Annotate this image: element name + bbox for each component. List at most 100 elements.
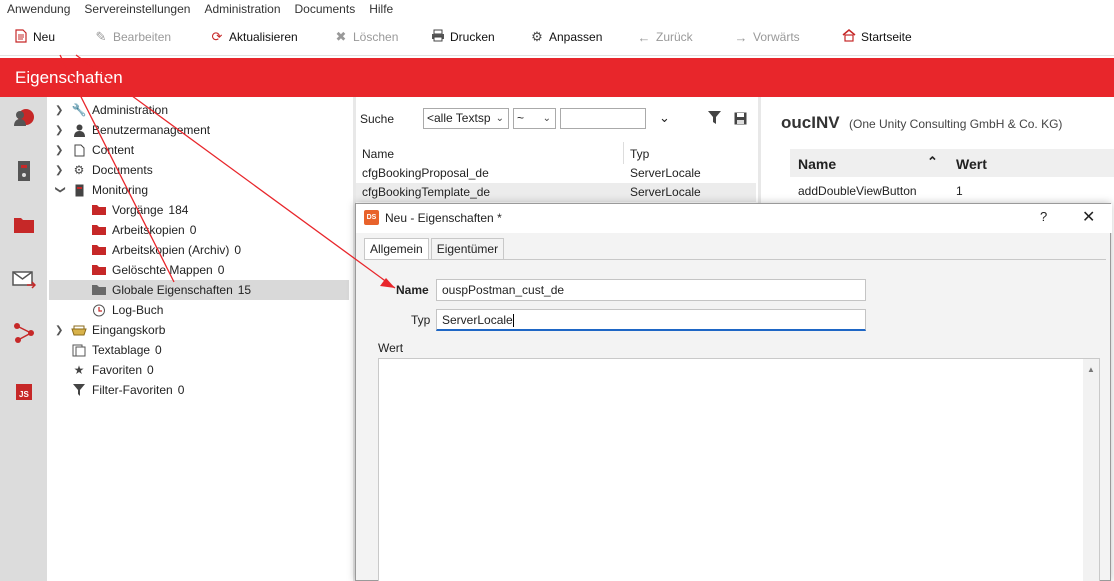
chevron-right-icon[interactable]: ❯ <box>55 145 65 156</box>
tree-item-log-buch[interactable]: Log-Buch <box>91 300 163 320</box>
toolbar: Neu ✎ Bearbeiten ⟳ Aktualisieren ✖ Lösch… <box>0 18 1114 56</box>
menu-documents[interactable]: Documents <box>288 2 363 16</box>
zurueck-button[interactable]: ← Zurück <box>637 18 693 56</box>
tree-item-favoriten[interactable]: ★ Favoriten 0 <box>71 360 154 380</box>
column-header-wert[interactable]: Wert <box>956 156 987 172</box>
bearbeiten-button[interactable]: ✎ Bearbeiten <box>94 18 172 56</box>
search-query-input[interactable] <box>560 108 646 129</box>
tree-item-textablage[interactable]: Textablage 0 <box>71 340 162 360</box>
tree-item-globale-eigenschaften[interactable]: Globale Eigenschaften 15 <box>49 280 349 300</box>
aktualisieren-button[interactable]: ⟳ Aktualisieren <box>210 18 298 56</box>
folder-icon[interactable] <box>12 213 36 237</box>
typ-label: Typ <box>411 313 431 327</box>
search-operator-value: ~ <box>517 111 525 125</box>
row-name: cfgBookingProposal_de <box>362 166 489 180</box>
star-icon: ★ <box>73 363 85 377</box>
bearbeiten-label: Bearbeiten <box>113 30 172 44</box>
drucken-label: Drucken <box>450 30 495 44</box>
tree-item-count: 0 <box>155 343 162 357</box>
edit-icon: ✎ <box>95 29 107 44</box>
name-field[interactable]: ouspPostman_cust_de <box>436 279 866 301</box>
tree-item-documents[interactable]: ❯ ⚙ Documents <box>55 160 153 180</box>
user-globe-icon[interactable] <box>12 105 36 129</box>
tab-allgemein[interactable]: Allgemein <box>364 238 429 260</box>
svg-text:JS: JS <box>19 390 29 399</box>
typ-field[interactable]: ServerLocale <box>436 309 866 331</box>
refresh-icon: ⟳ <box>211 29 223 44</box>
tree-item-label: Administration <box>92 103 169 117</box>
close-button[interactable]: ✕ <box>1082 207 1095 227</box>
menu-administration[interactable]: Administration <box>197 2 287 16</box>
vertical-scrollbar[interactable]: ▲ <box>1083 359 1099 581</box>
server-icon[interactable] <box>12 159 36 183</box>
chevron-down-icon[interactable]: ❯ <box>55 185 66 195</box>
tree-item-arbeitskopien-archiv[interactable]: Arbeitskopien (Archiv) 0 <box>91 240 241 260</box>
tree-item-count: 184 <box>168 203 189 217</box>
menu-bar: Anwendung Servereinstellungen Administra… <box>0 0 1114 18</box>
search-operator-select[interactable]: ~ ⌄ <box>513 108 556 129</box>
tree-item-label: Content <box>92 143 135 157</box>
menu-anwendung[interactable]: Anwendung <box>0 2 77 16</box>
menu-hilfe[interactable]: Hilfe <box>362 2 400 16</box>
document-icon <box>71 143 87 157</box>
logbook-icon <box>91 303 107 317</box>
neu-button[interactable]: Neu <box>14 18 55 56</box>
column-header-name[interactable]: Name <box>798 156 836 172</box>
chevron-right-icon[interactable]: ❯ <box>55 325 65 336</box>
startseite-button[interactable]: Startseite <box>842 18 912 56</box>
tree-item-label: Filter-Favoriten <box>92 383 173 397</box>
tree-item-vorgaenge[interactable]: Vorgänge 184 <box>91 200 188 220</box>
tree-item-label: Globale Eigenschaften <box>112 283 233 297</box>
tree-item-monitoring[interactable]: ❯ Monitoring <box>55 180 149 200</box>
column-header-name[interactable]: Name <box>362 144 394 164</box>
tree-item-count: 0 <box>189 223 197 237</box>
help-button[interactable]: ? <box>1040 209 1047 224</box>
table-row[interactable]: cfgBookingTemplate_de ServerLocale <box>356 183 756 202</box>
dialog-titlebar[interactable]: DS Neu - Eigenschaften * ? ✕ <box>356 204 1112 233</box>
detail-title: oucINV <box>781 113 840 132</box>
tree-item-label: Monitoring <box>92 183 149 197</box>
tab-divider <box>364 259 1106 260</box>
tree-item-administration[interactable]: ❯ 🔧 Administration <box>55 100 168 120</box>
js-icon[interactable]: JS <box>12 380 36 404</box>
navigation-tree: ❯ 🔧 Administration ❯ Benutzermanagement … <box>47 97 353 581</box>
chevron-right-icon[interactable]: ❯ <box>55 165 65 176</box>
drucken-button[interactable]: Drucken <box>431 18 495 56</box>
anpassen-button[interactable]: ⚙ Anpassen <box>530 18 602 56</box>
sort-up-icon[interactable]: ⌃ <box>927 154 938 170</box>
chevron-right-icon[interactable]: ❯ <box>55 105 65 116</box>
detail-row-name: addDoubleViewButton <box>798 184 917 198</box>
tree-item-geloeschte-mappen[interactable]: Gelöschte Mappen 0 <box>91 260 224 280</box>
search-field-select[interactable]: <alle Textsp ⌄ <box>423 108 509 129</box>
expand-chevron-icon[interactable]: ⌄ <box>659 110 670 126</box>
tree-item-label: Favoriten <box>92 363 143 377</box>
tree-item-filter-favoriten[interactable]: Filter-Favoriten 0 <box>71 380 184 400</box>
table-row[interactable]: cfgBookingProposal_de ServerLocale <box>356 164 756 183</box>
tree-item-count: 0 <box>234 243 242 257</box>
grey-folder-icon <box>91 283 107 297</box>
arrow-left-icon: ← <box>637 29 651 45</box>
wert-textarea[interactable]: ▲ <box>378 358 1100 581</box>
tree-item-arbeitskopien[interactable]: Arbeitskopien 0 <box>91 220 196 240</box>
tree-item-content[interactable]: ❯ Content <box>55 140 134 160</box>
loeschen-button[interactable]: ✖ Löschen <box>334 18 399 56</box>
gear-icon: ⚙ <box>73 163 85 177</box>
column-header-typ[interactable]: Typ <box>630 144 649 164</box>
save-icon[interactable] <box>734 112 747 128</box>
workflow-icon[interactable] <box>12 321 36 345</box>
home-icon <box>842 29 856 45</box>
text-cursor <box>512 314 514 328</box>
tree-item-eingangskorb[interactable]: ❯ Eingangskorb <box>55 320 165 340</box>
vorwaerts-button[interactable]: → Vorwärts <box>734 18 800 56</box>
tree-item-benutzermanagement[interactable]: ❯ Benutzermanagement <box>55 120 210 140</box>
mail-icon[interactable] <box>12 267 36 291</box>
row-name: cfgBookingTemplate_de <box>362 185 491 199</box>
menu-servereinstellungen[interactable]: Servereinstellungen <box>77 2 197 16</box>
app-logo-icon: DS <box>364 210 379 225</box>
filter-icon[interactable] <box>708 111 721 127</box>
scroll-up-icon[interactable]: ▲ <box>1087 365 1095 374</box>
tab-eigentuemer[interactable]: Eigentümer <box>430 238 505 260</box>
row-typ: ServerLocale <box>630 185 701 199</box>
chevron-right-icon[interactable]: ❯ <box>55 125 65 136</box>
inbox-icon <box>71 323 87 337</box>
